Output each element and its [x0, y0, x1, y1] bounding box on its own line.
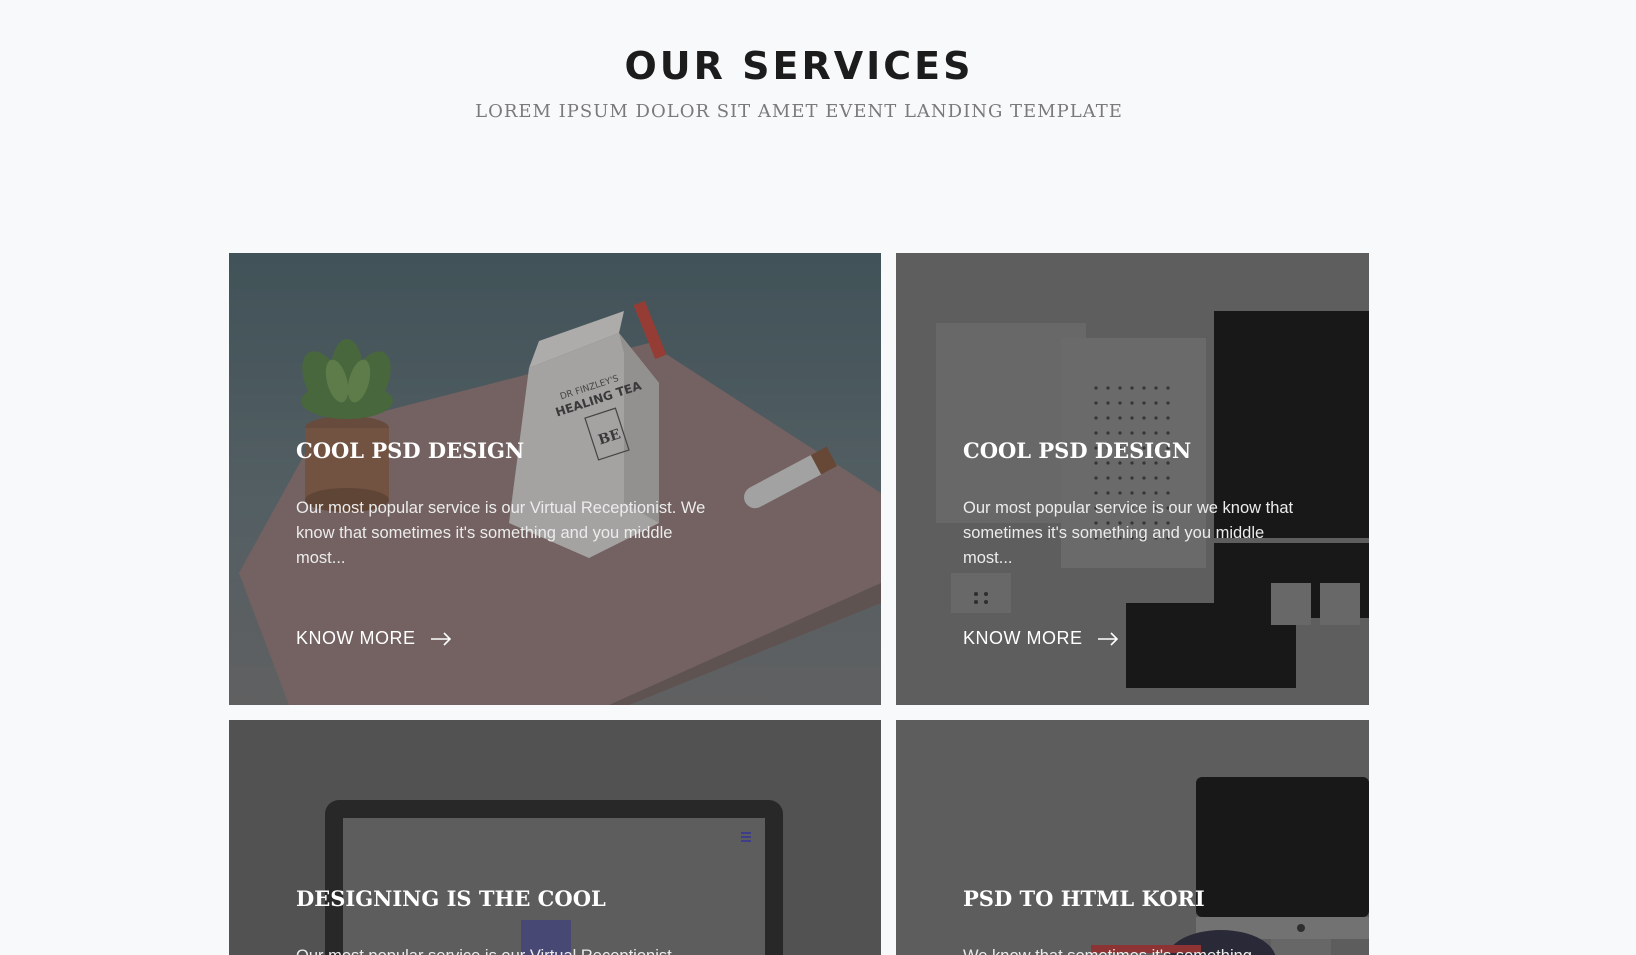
card-title: COOL PSD DESIGN [963, 438, 1192, 463]
know-more-link[interactable]: KNOW MORE [296, 628, 452, 649]
card-description: Our most popular service is our Virtual … [296, 944, 706, 955]
card-description: We know that sometimes it's something [963, 944, 1298, 955]
services-page: OUR SERVICES LOREM IPSUM DOLOR SIT AMET … [0, 0, 1636, 955]
know-more-link[interactable]: KNOW MORE [963, 628, 1119, 649]
know-more-label: KNOW MORE [296, 628, 416, 648]
service-card-1: DR FINZLEY'S HEALING TEA BE COOL PSD DES… [229, 253, 881, 705]
card-title: PSD TO HTML KORI [963, 886, 1205, 911]
card-overlay [229, 720, 881, 955]
card-description: Our most popular service is our Virtual … [296, 499, 706, 567]
service-card-2: COOL PSD DESIGN Our most popular service… [896, 253, 1369, 705]
section-subtitle: LOREM IPSUM DOLOR SIT AMET EVENT LANDING… [475, 101, 1123, 122]
card-overlay [896, 720, 1369, 955]
service-card-3: DESIGNING IS THE COOL Our most popular s… [229, 720, 881, 955]
know-more-label: KNOW MORE [963, 628, 1083, 648]
arrow-right-icon [430, 631, 451, 646]
section-title: OUR SERVICES [624, 44, 974, 88]
card-title: DESIGNING IS THE COOL [296, 886, 606, 911]
card-description: Our most popular service is our we know … [963, 499, 1294, 567]
card-title: COOL PSD DESIGN [296, 438, 525, 463]
arrow-right-icon [1097, 631, 1118, 646]
service-card-4: PSD TO HTML KORI We know that sometimes … [896, 720, 1369, 955]
